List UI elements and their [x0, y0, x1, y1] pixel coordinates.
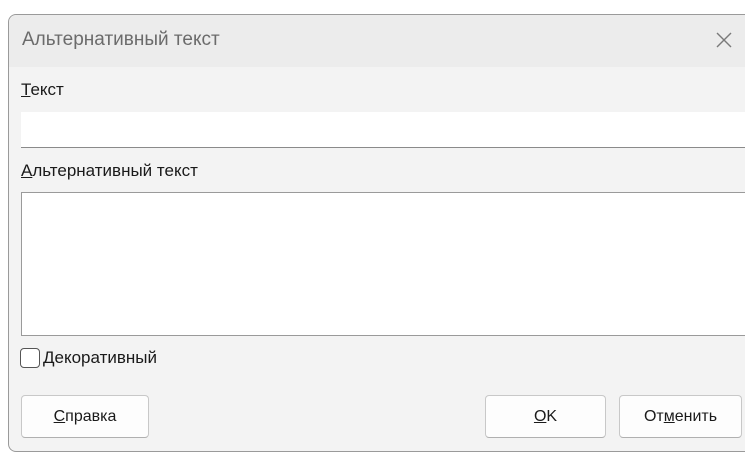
cancel-button[interactable]: От м енить: [619, 395, 742, 438]
ok-button-mnemonic: O: [533, 407, 547, 425]
alt-text-dialog: Альтернативный текст Текст Альтернативны…: [8, 14, 745, 452]
cancel-button-label-post: енить: [674, 407, 718, 425]
alt-text-label-rest: льтернативный текст: [32, 161, 198, 180]
close-icon: [716, 32, 732, 48]
alt-text-label: Альтернативный текст: [21, 161, 198, 181]
decorative-checkbox[interactable]: [20, 348, 40, 368]
decorative-label-rest: екоративный: [54, 348, 158, 367]
alt-text-label-mnemonic: А: [21, 161, 33, 180]
text-input[interactable]: [21, 112, 745, 148]
cancel-button-mnemonic: м: [663, 407, 675, 425]
decorative-label[interactable]: Декоративный: [43, 348, 157, 368]
dialog-title: Альтернативный текст: [22, 29, 220, 50]
help-button-label: правка: [65, 407, 117, 425]
decorative-row[interactable]: Декоративный: [20, 345, 157, 371]
cancel-button-label-pre: От: [643, 407, 664, 425]
help-button[interactable]: Справка: [21, 395, 149, 438]
text-label: Текст: [21, 80, 64, 100]
text-label-rest: екст: [30, 80, 64, 99]
alt-text-textarea[interactable]: [21, 192, 745, 336]
ok-button-label: K: [546, 407, 558, 425]
help-button-mnemonic: С: [53, 407, 66, 425]
title-bar: Альтернативный текст: [9, 15, 745, 67]
decorative-label-mnemonic: Д: [43, 348, 55, 367]
close-button[interactable]: [707, 23, 741, 57]
ok-button[interactable]: OK: [485, 395, 606, 438]
